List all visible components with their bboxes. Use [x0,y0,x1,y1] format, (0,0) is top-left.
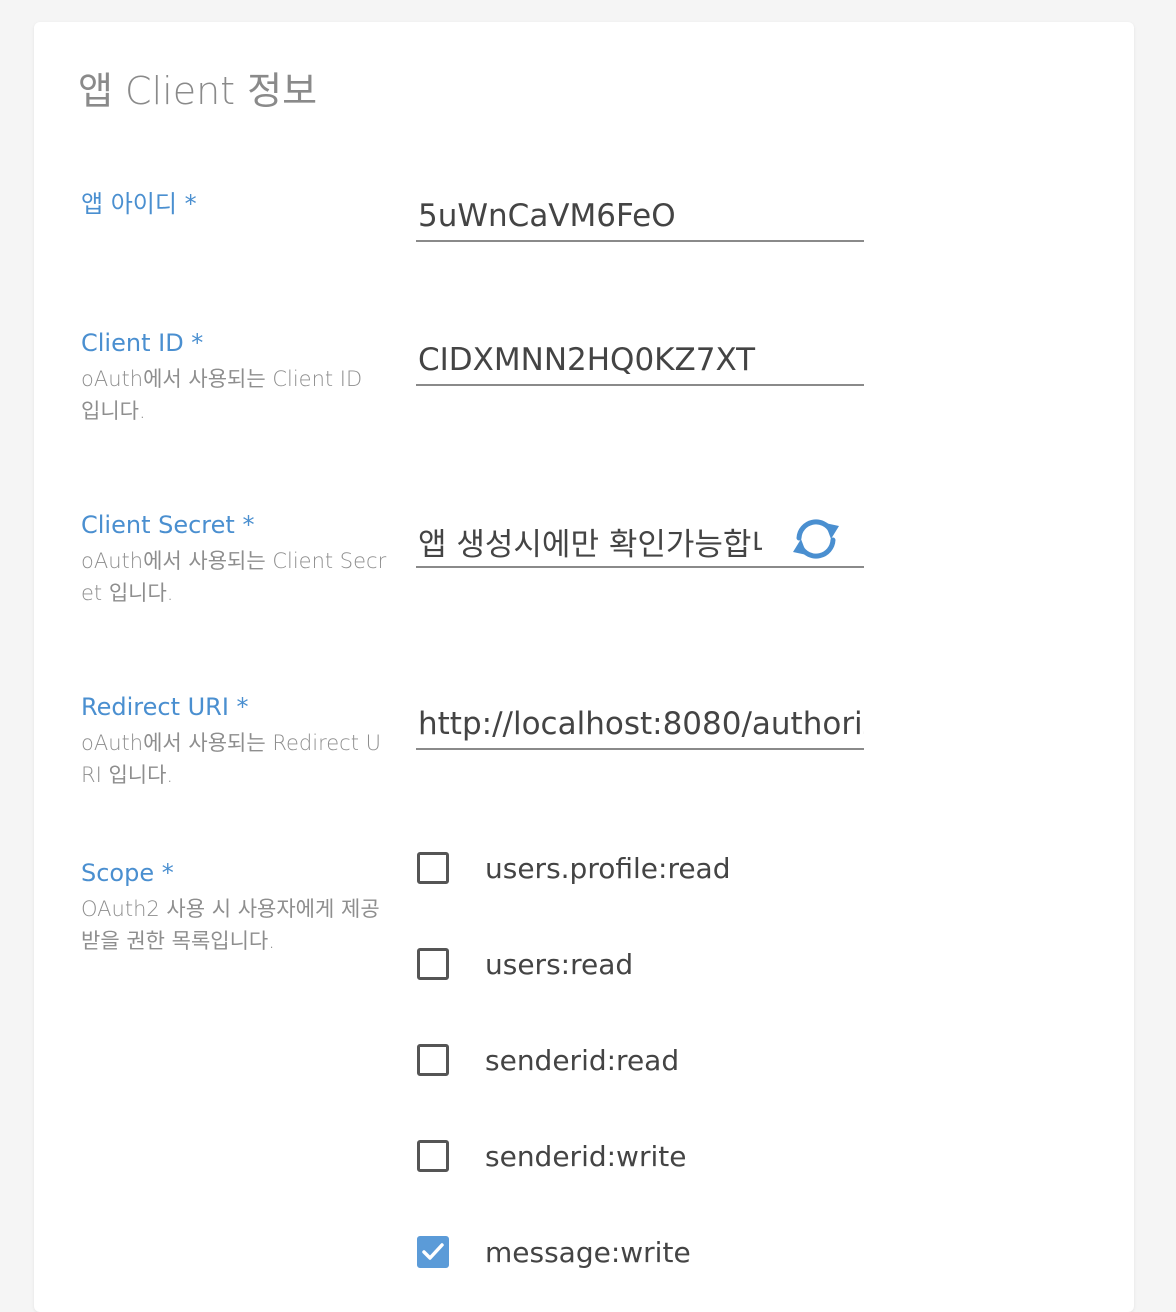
redirect-uri-label: Redirect URI * [81,693,249,721]
client-secret-label: Client Secret * [81,511,255,539]
refresh-secret-button[interactable] [786,514,846,564]
client-id-input[interactable] [416,336,864,386]
scope-label: Scope * [81,859,174,887]
client-id-label: Client ID * [81,329,204,357]
card-title: 앱 Client 정보 [78,69,318,113]
scope-option-label: message:write [485,1235,691,1269]
redirect-uri-description: oAuth에서 사용되는 Redirect URI 입니다. [81,731,381,787]
scope-option-label: senderid:read [485,1043,680,1077]
app-id-label: 앱 아이디 * [81,190,197,218]
scope-checkbox[interactable] [417,948,449,980]
scope-option-senderid-read[interactable]: senderid:read [417,1040,679,1080]
scope-option-label: users.profile:read [485,851,731,885]
scope-description: OAuth2 사용 시 사용자에게 제공받을 권한 목록입니다. [81,897,380,953]
scope-option-label: users:read [485,947,634,981]
scope-checkbox[interactable] [417,1044,449,1076]
refresh-icon [793,519,839,559]
client-id-description: oAuth에서 사용되는 Client ID 입니다. [81,367,363,423]
check-icon [422,1243,444,1260]
scope-checkbox-checked[interactable] [417,1236,449,1268]
scope-checkbox[interactable] [417,852,449,884]
client-secret-underline [416,566,864,568]
app-client-info-card: 앱 Client 정보 앱 아이디 * Client ID * oAuth에서 … [34,22,1134,1312]
scope-checkbox[interactable] [417,1140,449,1172]
client-secret-input[interactable] [416,516,762,566]
scope-option-users-profile-read[interactable]: users.profile:read [417,848,731,888]
redirect-uri-input[interactable] [416,700,864,750]
app-id-input[interactable] [416,192,864,242]
scope-option-users-read[interactable]: users:read [417,944,633,984]
scope-option-senderid-write[interactable]: senderid:write [417,1136,686,1176]
client-secret-description: oAuth에서 사용되는 Client Secret 입니다. [81,549,387,605]
scope-option-label: senderid:write [485,1139,687,1173]
scope-option-message-write[interactable]: message:write [417,1232,691,1272]
